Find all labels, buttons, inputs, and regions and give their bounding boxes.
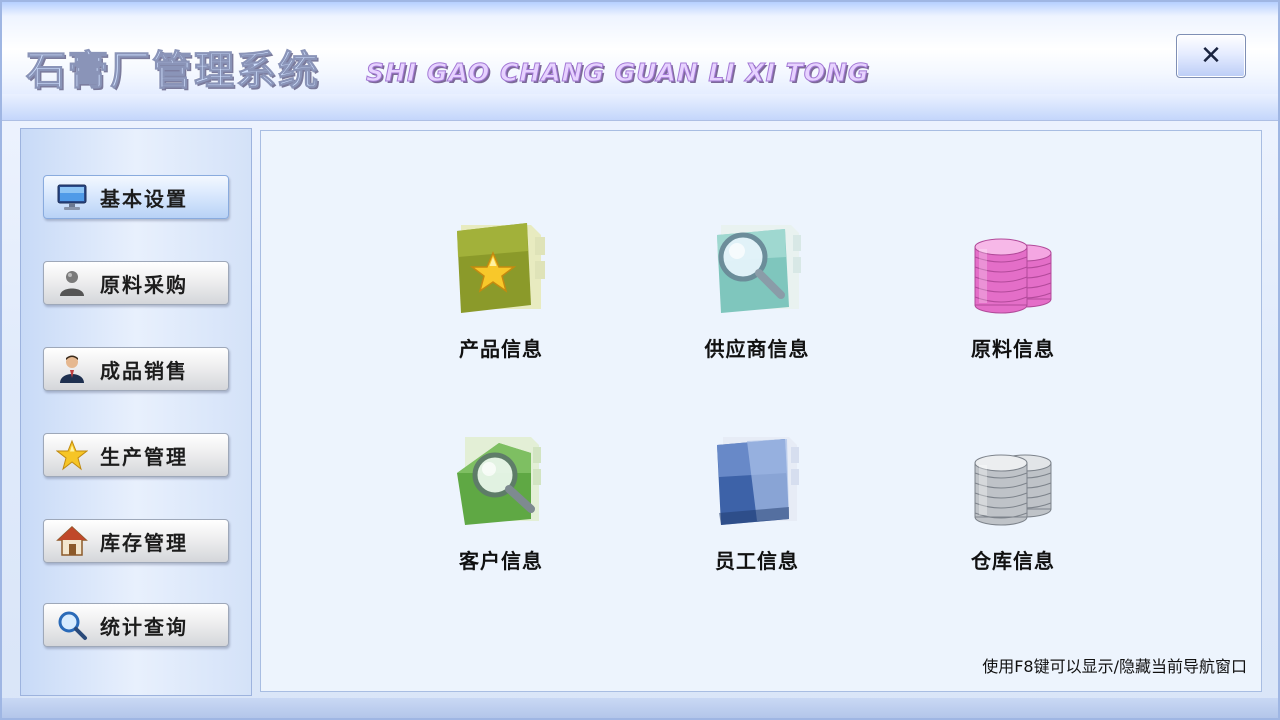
close-icon: ✕ [1200,41,1222,71]
nav-button-basic-settings[interactable]: 基本设置 [43,175,229,219]
nav-label: 成品销售 [100,358,188,383]
tile-employee-info[interactable]: 员工信息 [667,431,847,601]
green-magnifier-folder-icon [446,431,556,531]
star-icon [56,439,88,471]
tile-label: 原料信息 [971,337,1055,361]
nav-button-production-management[interactable]: 生产管理 [43,433,229,477]
magnifier-folder-icon [702,219,812,319]
tile-supplier-info[interactable]: 供应商信息 [667,219,847,389]
house-icon [56,525,88,557]
app-title-pinyin: SHI GAO CHANG GUAN LI XI TONG [365,58,870,88]
main-content-panel: 产品信息 供应商信息 原料信息 客户信息 员工信息 仓库信息 使用F8键可以显示… [260,130,1262,692]
user-icon [56,267,88,299]
search-icon [56,609,88,641]
nav-label: 生产管理 [100,444,188,469]
navigation-sidebar: 基本设置 原料采购 成品销售 生产管理 库存管理 统计查询 [20,128,252,696]
nav-button-material-purchase[interactable]: 原料采购 [43,261,229,305]
tile-label: 员工信息 [715,549,799,573]
close-button[interactable]: ✕ [1176,34,1246,78]
nav-button-inventory-management[interactable]: 库存管理 [43,519,229,563]
title-bar: 石膏厂管理系统 SHI GAO CHANG GUAN LI XI TONG ✕ [2,2,1278,121]
blue-folder-icon [702,431,812,531]
tile-label: 供应商信息 [704,337,810,361]
tile-label: 仓库信息 [971,549,1055,573]
nav-label: 统计查询 [100,614,188,639]
salesman-icon [56,353,88,385]
pink-coins-icon [958,219,1068,319]
monitor-icon [56,181,88,213]
nav-label: 库存管理 [100,530,188,555]
f8-hint-text: 使用F8键可以显示/隐藏当前导航窗口 [982,657,1247,676]
tile-label: 客户信息 [459,549,543,573]
tile-label: 产品信息 [459,337,543,361]
app-window: 石膏厂管理系统 SHI GAO CHANG GUAN LI XI TONG ✕ … [0,0,1280,720]
tile-product-info[interactable]: 产品信息 [411,219,591,389]
app-title-chinese: 石膏厂管理系统 [26,47,320,95]
nav-button-statistics-query[interactable]: 统计查询 [43,603,229,647]
nav-label: 基本设置 [100,186,188,211]
nav-label: 原料采购 [100,272,188,297]
tile-customer-info[interactable]: 客户信息 [411,431,591,601]
nav-button-product-sales[interactable]: 成品销售 [43,347,229,391]
tile-material-info[interactable]: 原料信息 [923,219,1103,389]
bottom-border [2,698,1278,718]
star-folder-icon [446,219,556,319]
tile-warehouse-info[interactable]: 仓库信息 [923,431,1103,601]
silver-coins-icon [958,431,1068,531]
